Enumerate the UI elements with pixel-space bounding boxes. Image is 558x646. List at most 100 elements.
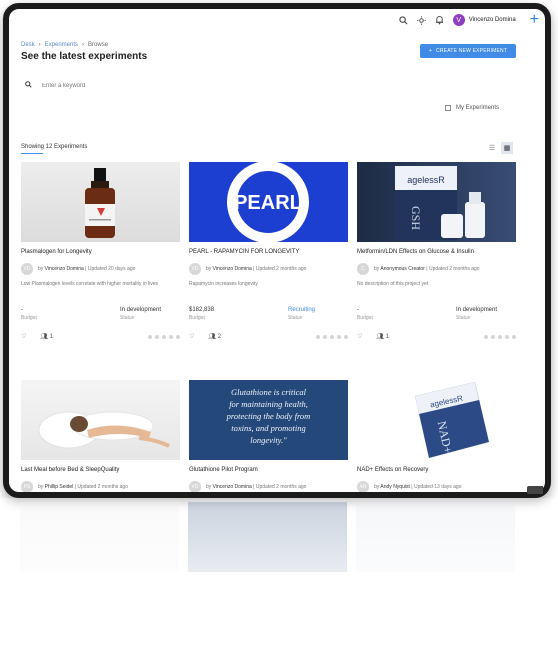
results-underline (21, 153, 43, 154)
card-image (21, 380, 180, 460)
card-actions: ♡ 👥︎ 1 (357, 333, 516, 340)
search-icon (25, 81, 32, 90)
users-icon: 👥︎ (40, 334, 49, 340)
breadcrumb: Desk › Experiments › Browse (21, 42, 108, 48)
card-image: agelessR NAD+ (357, 380, 516, 460)
experiment-card[interactable]: Plasmalogen for Longevity VD by Vincenzo… (21, 162, 180, 340)
breadcrumb-browse: Browse (88, 42, 109, 48)
members-count: 👥︎ 2 (208, 333, 221, 340)
author-name[interactable]: Vincenzo Domina (213, 484, 252, 490)
updated-text: | Updated 20 days ago (85, 266, 136, 272)
sun-icon[interactable] (417, 15, 427, 25)
side-tab[interactable] (527, 486, 543, 494)
quote-line: for maintaining health, (229, 399, 308, 409)
reflection-fade (0, 498, 558, 646)
author-name[interactable]: Andy Nyquist (380, 484, 409, 490)
card-author: PS by Phillip Seidel | Updated 2 months … (21, 481, 180, 492)
budget-value: - (357, 307, 359, 313)
author-name[interactable]: Vincenzo Domina (213, 266, 252, 272)
rating-dots (484, 334, 516, 339)
create-experiment-button[interactable]: + CREATE NEW EXPERIMENT (420, 44, 516, 58)
card-actions: ♡ 👥︎ 2 (189, 333, 348, 340)
budget-label: Budget (357, 315, 373, 321)
pearl-logo: PEARL (227, 162, 309, 242)
rating-dots (316, 334, 348, 339)
card-title[interactable]: Metformin/LDN Effects on Glucose & Insul… (357, 249, 516, 255)
status-label: Status (456, 315, 471, 321)
heart-icon[interactable]: ♡ (357, 333, 362, 340)
users-icon: 👥︎ (376, 334, 385, 340)
chevron-right-icon: › (82, 42, 85, 48)
plus-icon[interactable]: + (530, 12, 539, 28)
by-label: by (206, 484, 212, 490)
bell-icon[interactable] (435, 15, 445, 25)
view-toggle: ☰ ▦ (486, 142, 513, 154)
my-experiments-filter[interactable]: My Experiments (445, 105, 499, 111)
results-count: Showing 12 Experiments (21, 144, 88, 154)
search-icon[interactable] (399, 15, 409, 25)
author-avatar: AN (357, 481, 369, 492)
card-meta: - Budget In development Status (21, 307, 180, 321)
by-label: by (38, 266, 44, 272)
chevron-right-icon: › (38, 42, 41, 48)
list-view-icon[interactable]: ☰ (486, 142, 498, 154)
card-actions: ♡ 👥︎ 1 (21, 333, 180, 340)
heart-icon[interactable]: ♡ (189, 333, 194, 340)
top-bar: V Vincenzo Domina + (9, 9, 545, 31)
sleeping-person-image (38, 411, 170, 449)
by-label: by (374, 266, 380, 272)
author-name[interactable]: Anonymous Creator (380, 266, 424, 272)
members-number: 1 (385, 334, 390, 340)
card-image: PEARL (189, 162, 348, 242)
avatar: V (452, 14, 465, 26)
search-input[interactable] (40, 81, 164, 90)
ageless-brand: agelessR (407, 175, 445, 185)
updated-text: | Updated 13 days ago (411, 484, 462, 490)
author-avatar: PS (21, 481, 33, 492)
card-image: agelessR GSH (357, 162, 516, 242)
budget-label: Budget (189, 315, 205, 321)
page-title: See the latest experiments (21, 51, 148, 62)
card-title[interactable]: PEARL - RAPAMYCIN FOR LONGEVITY (189, 249, 348, 255)
app-frame: V Vincenzo Domina + Desk › Experiments ›… (3, 3, 551, 498)
experiment-card[interactable]: agelessR GSH Metformin/LDN Effects on Gl… (357, 162, 516, 340)
breadcrumb-experiments[interactable]: Experiments (45, 42, 78, 48)
card-title[interactable]: NAD+ Effects on Recovery (357, 467, 516, 473)
updated-text: | Updated 2 months ago (253, 484, 307, 490)
ageless-product-image: agelessR GSH (395, 166, 485, 240)
card-image: Glutathione is critical for maintaining … (189, 380, 348, 460)
by-label: by (206, 266, 212, 272)
author-avatar: C (357, 263, 369, 275)
author-name[interactable]: Phillip Seidel (45, 484, 74, 490)
my-experiments-checkbox[interactable] (445, 105, 451, 111)
card-description: Low Plasmalogen levels correlate with hi… (21, 281, 159, 287)
results-count-text: Showing 12 Experiments (21, 144, 88, 150)
experiment-card[interactable]: PEARL PEARL - RAPAMYCIN FOR LONGEVITY VD… (189, 162, 348, 340)
card-title[interactable]: Last Meal before Bed & SleepQuality (21, 467, 180, 473)
experiment-card[interactable]: Last Meal before Bed & SleepQuality PS b… (21, 380, 180, 492)
status-value: In development (120, 307, 162, 313)
members-count: 👥︎ 1 (376, 333, 389, 340)
card-author: VD by Vincenzo Domina | Updated 20 days … (21, 263, 180, 275)
heart-icon[interactable]: ♡ (21, 333, 26, 340)
grid-view-icon[interactable]: ▦ (501, 142, 513, 154)
user-menu[interactable]: V Vincenzo Domina (452, 14, 516, 26)
author-name[interactable]: Vincenzo Domina (45, 266, 84, 272)
author-avatar: VD (21, 263, 33, 275)
experiment-card[interactable]: agelessR NAD+ NAD+ Effects on Recovery A… (357, 380, 516, 492)
card-title[interactable]: Plasmalogen for Longevity (21, 249, 180, 255)
status-value: In development (456, 307, 498, 313)
card-author: VD by Vincenzo Domina | Updated 2 months… (189, 263, 348, 275)
card-author: VD by Vincenzo Domina | Updated 2 months… (189, 481, 348, 492)
author-avatar: VD (189, 481, 201, 492)
experiment-card[interactable]: Glutathione is critical for maintaining … (189, 380, 348, 492)
card-title[interactable]: Glutathione Pilot Program (189, 467, 348, 473)
rating-dots (148, 334, 180, 339)
status-value: Recruiting (288, 307, 316, 313)
breadcrumb-desk[interactable]: Desk (21, 42, 35, 48)
members-number: 1 (49, 334, 54, 340)
user-name: Vincenzo Domina (468, 17, 516, 23)
plus-icon: + (428, 48, 433, 54)
members-count: 👥︎ 1 (40, 333, 53, 340)
budget-value: $182,838 (189, 307, 215, 313)
